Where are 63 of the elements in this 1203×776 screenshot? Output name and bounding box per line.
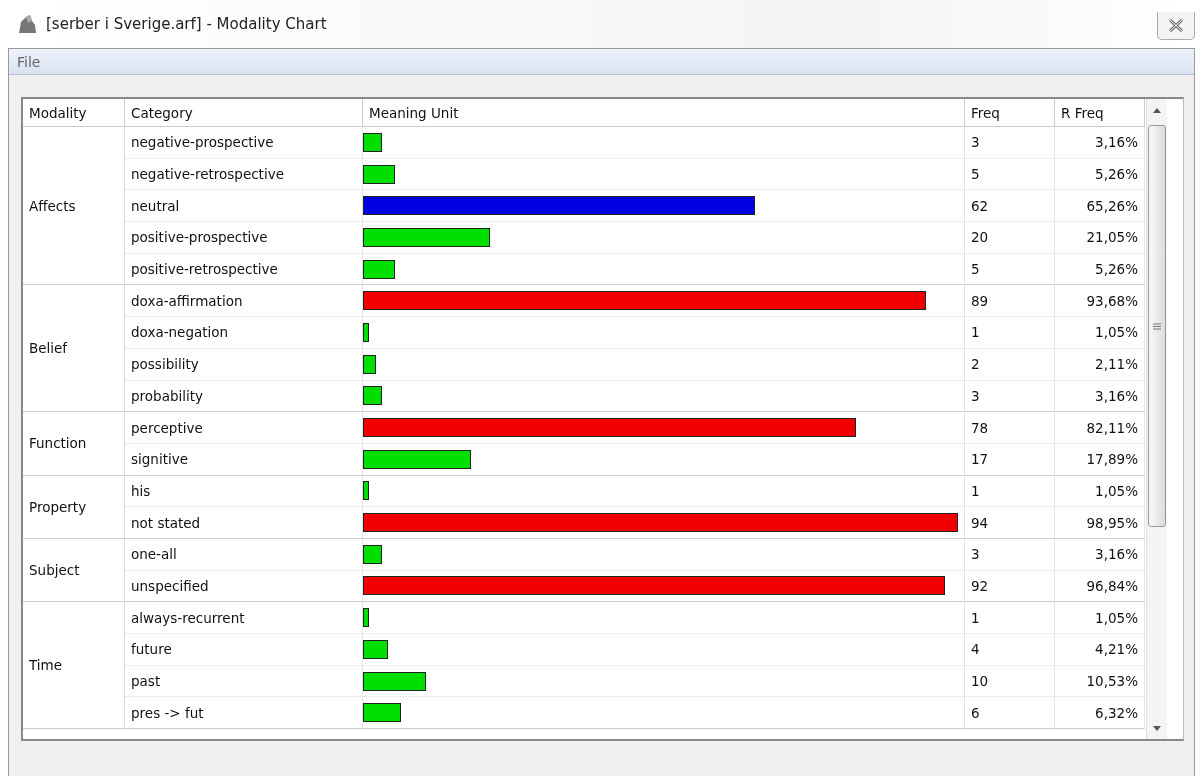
column-header[interactable]: Freq bbox=[965, 99, 1055, 127]
table-cell: 10 bbox=[965, 665, 1055, 698]
table-cell: unspecified bbox=[125, 570, 363, 603]
table-cell: 6,32% bbox=[1055, 697, 1145, 730]
table-cell: 89 bbox=[965, 285, 1055, 318]
table-cell: Property bbox=[23, 475, 125, 539]
app-icon bbox=[16, 13, 38, 35]
close-button[interactable] bbox=[1157, 12, 1195, 40]
table-cell: not stated bbox=[125, 507, 363, 539]
table-cell: 98,95% bbox=[1055, 507, 1145, 539]
table-cell: 82,11% bbox=[1055, 412, 1145, 444]
table-cell: positive-retrospective bbox=[125, 253, 363, 286]
table-cell: 4,21% bbox=[1055, 634, 1145, 666]
table-cell: Subject bbox=[23, 538, 125, 603]
table-cell: signitive bbox=[125, 443, 363, 476]
column-header[interactable]: Meaning Unit bbox=[363, 99, 965, 127]
table-cell: 3,16% bbox=[1055, 380, 1145, 413]
table-cell: Function bbox=[23, 412, 125, 476]
column-header[interactable]: R Freq bbox=[1055, 99, 1145, 127]
table-cell: 17,89% bbox=[1055, 443, 1145, 476]
table-cell: 5 bbox=[965, 158, 1055, 191]
column-header[interactable]: Modality bbox=[23, 99, 125, 127]
table-cell: 96,84% bbox=[1055, 570, 1145, 603]
table-cell: 1 bbox=[965, 602, 1055, 634]
table-cell: pres -> fut bbox=[125, 697, 363, 730]
column-header[interactable]: Category bbox=[125, 99, 363, 127]
table-cell: probability bbox=[125, 380, 363, 413]
table-cell: 3 bbox=[965, 538, 1055, 571]
table-cell: 1,05% bbox=[1055, 475, 1145, 508]
table-cell: 21,05% bbox=[1055, 222, 1145, 254]
table-cell: 2 bbox=[965, 348, 1055, 381]
table-cell: 3 bbox=[965, 127, 1055, 159]
table-cell: 65,26% bbox=[1055, 190, 1145, 223]
table-cell: 1,05% bbox=[1055, 317, 1145, 349]
table-cell: 1 bbox=[965, 317, 1055, 349]
table-cell: 92 bbox=[965, 570, 1055, 603]
table-cell: 10,53% bbox=[1055, 665, 1145, 698]
table-cell: 17 bbox=[965, 443, 1055, 476]
table-cell: 3 bbox=[965, 380, 1055, 413]
window-title: [serber i Sverige.arf] - Modality Chart bbox=[46, 15, 327, 33]
table-cell: 93,68% bbox=[1055, 285, 1145, 318]
grip-icon bbox=[1153, 322, 1161, 330]
table-cell: Affects bbox=[23, 127, 125, 286]
table-cell: 5,26% bbox=[1055, 253, 1145, 286]
table-cell: 3,16% bbox=[1055, 127, 1145, 159]
scroll-thumb[interactable] bbox=[1148, 125, 1166, 527]
table-cell: 94 bbox=[965, 507, 1055, 539]
table-cell: 1,05% bbox=[1055, 602, 1145, 634]
table-cell: 6 bbox=[965, 697, 1055, 730]
menu-item[interactable]: File bbox=[13, 53, 45, 70]
table-cell: 3,16% bbox=[1055, 538, 1145, 571]
table-cell: 4 bbox=[965, 634, 1055, 666]
table-cell: 62 bbox=[965, 190, 1055, 223]
table-cell: 20 bbox=[965, 222, 1055, 254]
close-icon bbox=[1169, 19, 1183, 32]
table-cell: 1 bbox=[965, 475, 1055, 508]
table-cell: 5 bbox=[965, 253, 1055, 286]
table-cell: Time bbox=[23, 602, 125, 730]
scrollbar[interactable] bbox=[1146, 99, 1167, 739]
table-cell: 2,11% bbox=[1055, 348, 1145, 381]
table-cell: 78 bbox=[965, 412, 1055, 444]
table-cell: 5,26% bbox=[1055, 158, 1145, 191]
table-cell: Belief bbox=[23, 285, 125, 413]
